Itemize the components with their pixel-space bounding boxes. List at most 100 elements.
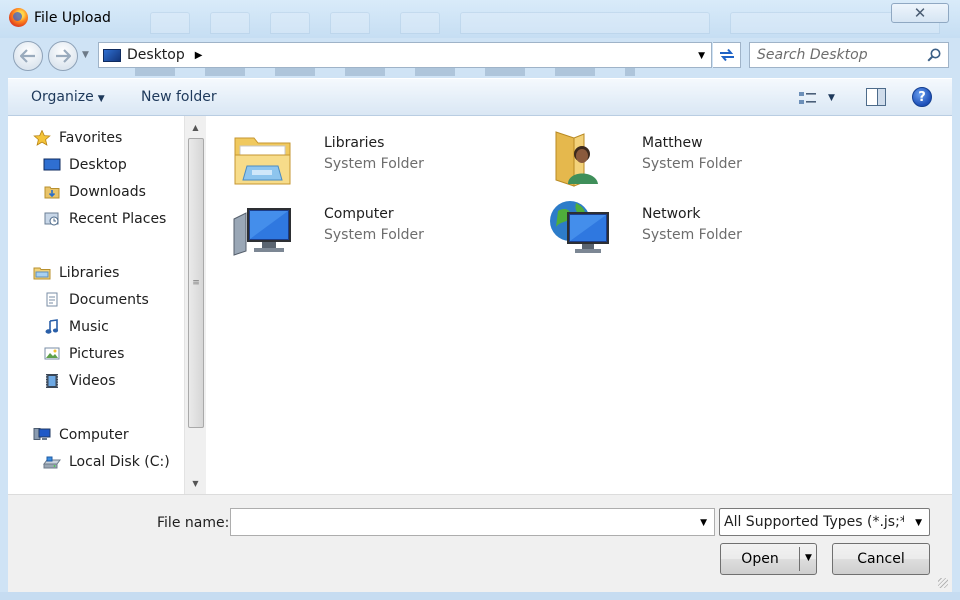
- file-name-combobox[interactable]: ▼: [230, 508, 715, 536]
- forward-button[interactable]: [48, 41, 78, 71]
- nav-downloads[interactable]: Downloads: [43, 181, 146, 203]
- firefox-icon: [9, 8, 28, 27]
- close-button[interactable]: ✕: [891, 3, 949, 23]
- search-icon[interactable]: [927, 48, 941, 62]
- nav-music[interactable]: Music: [43, 316, 109, 338]
- item-type: System Folder: [642, 156, 742, 172]
- nav-recent-places-label: Recent Places: [69, 211, 167, 227]
- organize-label: Organize: [31, 89, 94, 105]
- nav-local-disk-label: Local Disk (C:): [69, 454, 170, 470]
- nav-downloads-label: Downloads: [69, 184, 146, 200]
- nav-desktop-label: Desktop: [69, 157, 127, 173]
- open-button[interactable]: Open ▼: [720, 543, 817, 575]
- pictures-icon: [44, 347, 60, 360]
- refresh-button[interactable]: [713, 42, 741, 68]
- nav-favorites[interactable]: Favorites: [33, 127, 122, 149]
- refresh-icon: [719, 48, 734, 62]
- split-divider: [799, 547, 800, 571]
- preview-pane-button[interactable]: [866, 88, 886, 106]
- help-button[interactable]: ?: [912, 87, 932, 107]
- navigation-pane: Favorites Desktop Downloads Recent Place…: [8, 116, 206, 494]
- breadcrumb-arrow-icon[interactable]: ▶: [195, 50, 203, 61]
- nav-music-label: Music: [69, 319, 109, 335]
- nav-pictures[interactable]: Pictures: [43, 343, 124, 365]
- resize-grip[interactable]: [938, 578, 948, 588]
- recent-places-icon: [44, 212, 59, 226]
- item-name: Matthew: [642, 135, 703, 151]
- chevron-down-icon: ▼: [97, 94, 105, 104]
- scroll-thumb[interactable]: ≡: [188, 138, 204, 428]
- star-icon: [33, 130, 51, 146]
- close-icon: ✕: [913, 4, 927, 22]
- item-type: System Folder: [324, 156, 424, 172]
- item-matthew[interactable]: Matthew System Folder: [550, 128, 850, 192]
- network-icon: [550, 201, 609, 253]
- search-box[interactable]: [749, 42, 949, 68]
- libraries-folder-icon: [234, 137, 291, 185]
- open-options-dropdown[interactable]: ▼: [805, 553, 812, 563]
- file-name-label: File name:: [157, 515, 230, 531]
- item-network[interactable]: Network System Folder: [550, 199, 850, 263]
- back-arrow-icon: [20, 49, 35, 63]
- new-folder-button[interactable]: New folder: [141, 89, 217, 105]
- item-name: Network: [642, 206, 701, 222]
- nav-favorites-label: Favorites: [59, 130, 123, 146]
- item-type: System Folder: [324, 227, 424, 243]
- search-input[interactable]: [757, 47, 917, 63]
- cancel-button[interactable]: Cancel: [832, 543, 930, 575]
- desktop-icon: [43, 158, 61, 171]
- change-view-button[interactable]: ▼: [798, 87, 840, 109]
- libraries-icon: [33, 267, 51, 280]
- scroll-down-arrow[interactable]: ▼: [185, 474, 206, 492]
- nav-pane-scrollbar[interactable]: ▲ ≡ ▼: [184, 116, 206, 494]
- address-bar[interactable]: Desktop ▶ ▼: [98, 42, 712, 68]
- file-type-select[interactable]: All Supported Types (*.js;*.txt) ▼: [719, 508, 930, 536]
- details-view-icon: [799, 92, 816, 104]
- nav-local-disk[interactable]: Local Disk (C:): [43, 451, 170, 473]
- open-label: Open: [741, 551, 779, 567]
- nav-videos-label: Videos: [69, 373, 116, 389]
- help-icon: ?: [918, 89, 926, 105]
- item-name: Libraries: [324, 135, 385, 151]
- local-disk-icon: [43, 456, 61, 469]
- title-bar: File Upload ✕: [0, 0, 960, 38]
- item-libraries[interactable]: Libraries System Folder: [232, 128, 532, 192]
- videos-icon: [46, 374, 58, 388]
- downloads-folder-icon: [44, 186, 60, 199]
- chevron-down-icon: ▼: [915, 518, 922, 528]
- nav-pictures-label: Pictures: [69, 346, 125, 362]
- window-bottom-border: [0, 592, 960, 600]
- chevron-down-icon: ▼: [828, 93, 835, 103]
- window-title: File Upload: [34, 10, 111, 26]
- nav-computer[interactable]: Computer: [33, 424, 129, 446]
- background-window-tabs: [150, 10, 950, 34]
- computer-icon: [33, 428, 51, 440]
- file-list-pane: Libraries System Folder Matthew System F…: [206, 116, 952, 494]
- address-location[interactable]: Desktop: [127, 47, 185, 63]
- file-name-input[interactable]: [237, 510, 677, 534]
- back-button[interactable]: [13, 41, 43, 71]
- nav-documents[interactable]: Documents: [43, 289, 149, 311]
- item-type: System Folder: [642, 227, 742, 243]
- nav-libraries-label: Libraries: [59, 265, 120, 281]
- forward-arrow-icon: [56, 49, 71, 63]
- music-icon: [45, 319, 59, 334]
- user-folder-icon: [555, 131, 598, 187]
- recent-locations-dropdown[interactable]: ▼: [82, 50, 89, 60]
- nav-desktop[interactable]: Desktop: [43, 154, 127, 176]
- file-type-value: All Supported Types (*.js;*.txt): [724, 514, 904, 530]
- nav-recent-places[interactable]: Recent Places: [43, 208, 166, 230]
- nav-libraries[interactable]: Libraries: [33, 262, 119, 284]
- nav-videos[interactable]: Videos: [43, 370, 116, 392]
- background-window-text: [135, 68, 635, 76]
- item-computer[interactable]: Computer System Folder: [232, 199, 532, 263]
- scroll-up-arrow[interactable]: ▲: [185, 118, 206, 136]
- address-dropdown[interactable]: ▼: [698, 51, 705, 61]
- command-toolbar: Organize ▼ New folder ▼ ?: [8, 78, 952, 116]
- nav-documents-label: Documents: [69, 292, 149, 308]
- desktop-icon: [103, 48, 121, 62]
- nav-computer-label: Computer: [59, 427, 129, 443]
- organize-button[interactable]: Organize ▼: [31, 89, 105, 105]
- chevron-down-icon[interactable]: ▼: [700, 518, 707, 528]
- computer-icon: [233, 208, 291, 256]
